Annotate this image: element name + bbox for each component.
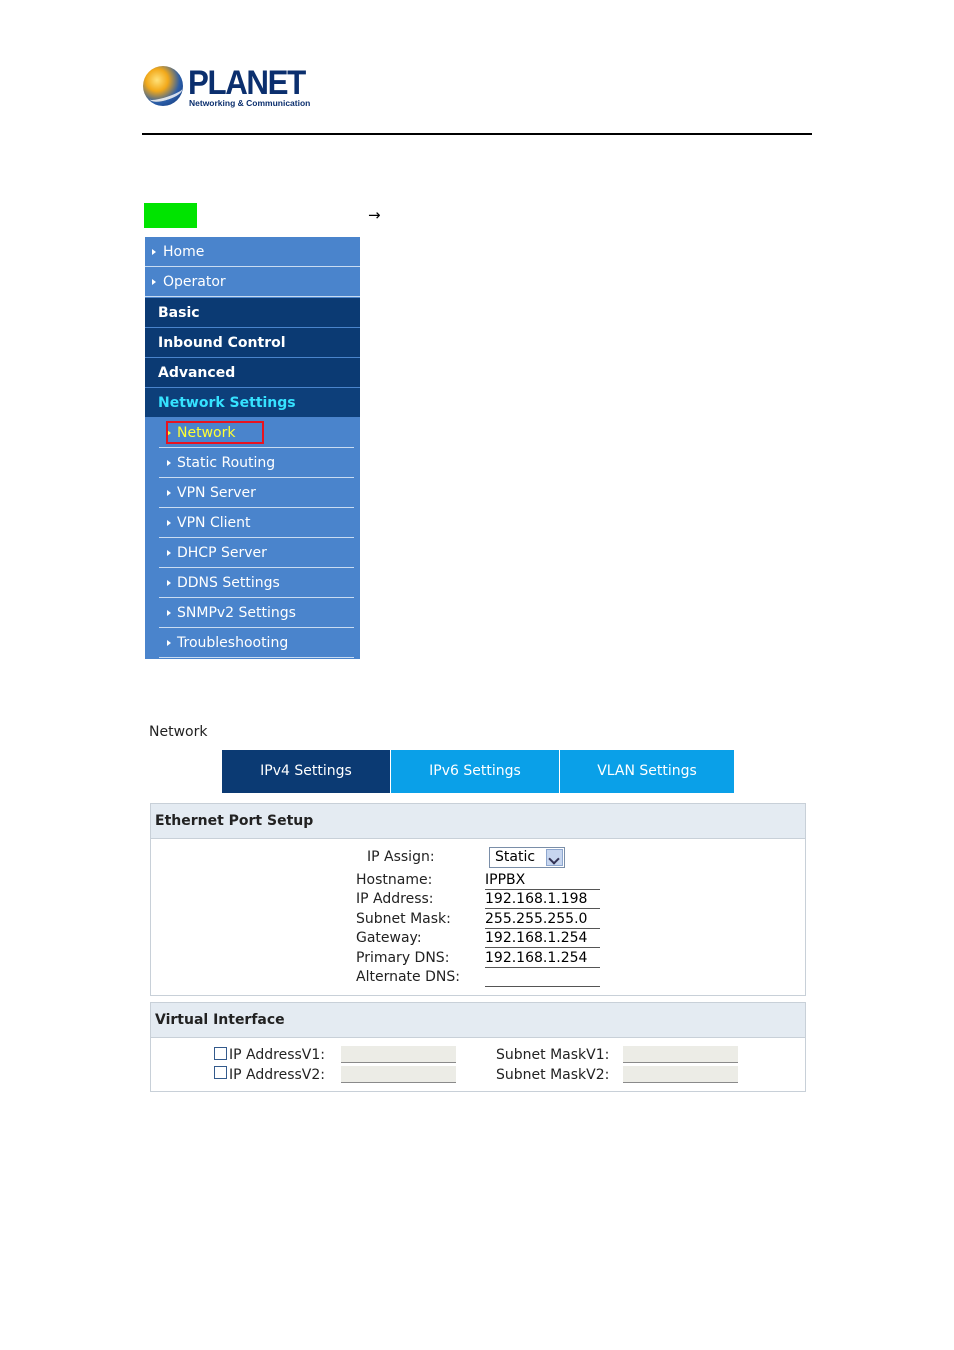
sidebar-subitem-static-routing[interactable]: Static Routing — [159, 448, 354, 478]
tab-ipv6-settings[interactable]: IPv6 Settings — [391, 750, 559, 793]
sidebar-item-label: DHCP Server — [177, 545, 267, 561]
ip-address-label: IP Address: — [356, 891, 434, 907]
sidebar-subitem-snmpv2-settings[interactable]: SNMPv2 Settings — [159, 598, 354, 628]
header-divider — [142, 133, 812, 135]
hostname-field[interactable]: IPPBX — [485, 872, 600, 890]
sidebar-item-label: Operator — [163, 274, 226, 290]
arrow-right-icon — [152, 279, 156, 285]
alternate-dns-field[interactable] — [485, 969, 600, 987]
subnet-mask-v2-label: Subnet MaskV2: — [496, 1067, 610, 1083]
arrow-right-icon — [167, 580, 171, 586]
arrow-right-icon — [167, 520, 171, 526]
arrow-right-icon — [152, 249, 156, 255]
subnet-mask-v1-input[interactable] — [623, 1046, 738, 1063]
arrow-right-icon — [167, 490, 171, 496]
hostname-label: Hostname: — [356, 872, 433, 888]
sidebar-item-operator[interactable]: Operator — [145, 267, 360, 297]
sidebar-section-network-settings[interactable]: Network Settings — [145, 388, 360, 418]
sidebar-section-advanced[interactable]: Advanced — [145, 358, 360, 388]
primary-dns-field[interactable]: 192.168.1.254 — [485, 950, 600, 968]
section-heading: Virtual Interface — [151, 1003, 805, 1038]
section-heading: Ethernet Port Setup — [151, 804, 805, 839]
arrow-right-icon — [167, 640, 171, 646]
planet-logo: PLANET Networking & Communication — [143, 64, 310, 110]
sidebar-subitem-troubleshooting[interactable]: Troubleshooting — [159, 628, 354, 658]
sidebar-subitem-vpn-client[interactable]: VPN Client — [159, 508, 354, 538]
virtual-form: IP AddressV1: Subnet MaskV1: IP AddressV… — [151, 1038, 805, 1091]
ip-address-field[interactable]: 192.168.1.198 — [485, 891, 600, 909]
subnet-mask-label: Subnet Mask: — [356, 911, 451, 927]
chevron-down-icon[interactable] — [546, 849, 563, 866]
ethernet-port-setup-panel: Ethernet Port Setup IP Assign: Static Ho… — [150, 803, 806, 996]
selection-highlight-box — [166, 421, 264, 444]
ethernet-form: IP Assign: Static Hostname: IPPBX IP Add… — [151, 839, 805, 996]
ip-address-v2-label: IP AddressV2: — [229, 1067, 325, 1083]
sidebar-menu: Home Operator Basic Inbound Control Adva… — [145, 237, 360, 659]
ip-address-v2-checkbox[interactable] — [214, 1066, 227, 1079]
sidebar-item-label: VPN Client — [177, 515, 251, 531]
sidebar-item-home[interactable]: Home — [145, 237, 360, 267]
breadcrumb-arrow: → — [368, 206, 381, 224]
sidebar-item-label: Home — [163, 244, 205, 260]
ip-address-v2-input[interactable] — [341, 1066, 456, 1083]
ip-assign-select[interactable]: Static — [489, 847, 565, 868]
sidebar-section-inbound-control[interactable]: Inbound Control — [145, 328, 360, 358]
gateway-field[interactable]: 192.168.1.254 — [485, 930, 600, 948]
subnet-mask-field[interactable]: 255.255.255.0 — [485, 911, 600, 929]
sidebar-item-label: SNMPv2 Settings — [177, 605, 296, 621]
sidebar-subitem-dhcp-server[interactable]: DHCP Server — [159, 538, 354, 568]
panel-title: Network — [149, 724, 208, 740]
ip-address-v1-label: IP AddressV1: — [229, 1047, 325, 1063]
globe-icon — [143, 66, 185, 106]
tab-bar: IPv4 Settings IPv6 Settings VLAN Setting… — [222, 750, 734, 793]
gateway-label: Gateway: — [356, 930, 422, 946]
subnet-mask-v1-label: Subnet MaskV1: — [496, 1047, 610, 1063]
primary-dns-label: Primary DNS: — [356, 950, 450, 966]
ip-assign-label: IP Assign: — [367, 849, 435, 865]
highlight-swatch — [144, 203, 197, 228]
subnet-mask-v2-input[interactable] — [623, 1066, 738, 1083]
sidebar-item-label: Static Routing — [177, 455, 276, 471]
alternate-dns-label: Alternate DNS: — [356, 969, 460, 985]
brand-tagline: Networking & Communication — [189, 98, 311, 108]
sidebar-subitem-ddns-settings[interactable]: DDNS Settings — [159, 568, 354, 598]
sidebar-item-label: Troubleshooting — [177, 635, 289, 651]
sidebar-item-label: DDNS Settings — [177, 575, 280, 591]
sidebar-section-basic[interactable]: Basic — [145, 298, 360, 328]
sidebar-subitem-vpn-server[interactable]: VPN Server — [159, 478, 354, 508]
arrow-right-icon — [167, 610, 171, 616]
arrow-right-icon — [167, 460, 171, 466]
tab-ipv4-settings[interactable]: IPv4 Settings — [222, 750, 390, 793]
ip-address-v1-checkbox[interactable] — [214, 1047, 227, 1060]
ip-assign-value: Static — [495, 849, 536, 865]
tab-vlan-settings[interactable]: VLAN Settings — [560, 750, 734, 793]
sidebar-item-label: VPN Server — [177, 485, 256, 501]
ip-address-v1-input[interactable] — [341, 1046, 456, 1063]
virtual-interface-panel: Virtual Interface IP AddressV1: Subnet M… — [150, 1002, 806, 1092]
arrow-right-icon — [167, 550, 171, 556]
